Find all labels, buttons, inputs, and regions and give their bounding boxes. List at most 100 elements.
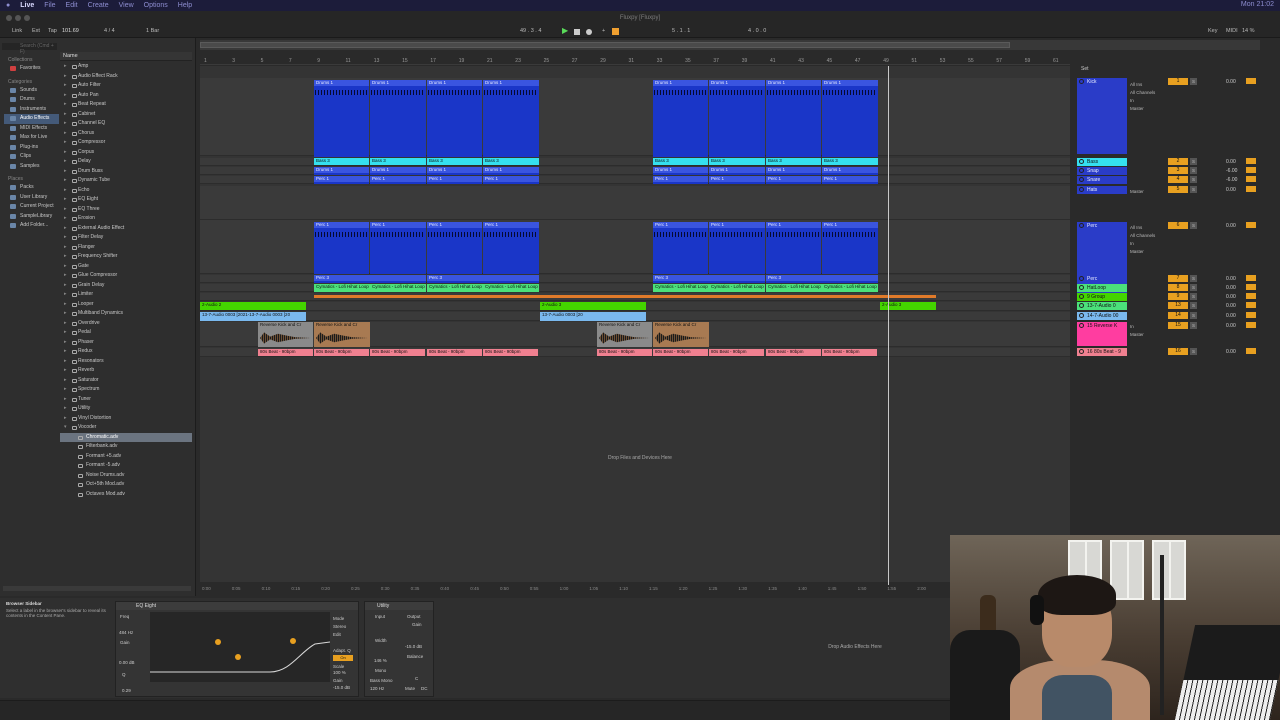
expand-icon[interactable]: ▸: [64, 148, 67, 158]
track-activator-button[interactable]: 15: [1168, 322, 1188, 329]
track-activator-icon[interactable]: [1079, 294, 1084, 299]
sidebar-item-packs[interactable]: Packs: [4, 183, 59, 193]
io-routing-label[interactable]: Master: [1130, 249, 1144, 254]
clip[interactable]: Perc 3: [766, 275, 878, 283]
clip[interactable]: Bass 3: [653, 158, 708, 165]
clip[interactable]: 80s Beat - 90bpm: [597, 349, 652, 356]
solo-button[interactable]: S: [1190, 167, 1197, 174]
browser-item[interactable]: ▸ Phaser: [60, 338, 192, 348]
sidebar-item-add-folder[interactable]: Add Folder...: [4, 221, 59, 231]
browser-item[interactable]: ▸ Cabinet: [60, 110, 192, 120]
browser-preset-item[interactable]: Formant -5.adv: [60, 461, 192, 471]
browser-item[interactable]: ▸ Gate: [60, 262, 192, 272]
close-window-button[interactable]: [6, 15, 12, 21]
eq-gain-value[interactable]: 0.00 dB: [119, 660, 135, 665]
monitor-select[interactable]: [1246, 158, 1256, 164]
sidebar-item-current-project[interactable]: Current Project: [4, 202, 59, 212]
browser-item[interactable]: ▸ Erosion: [60, 214, 192, 224]
clip[interactable]: Perc 1: [709, 176, 765, 184]
sidebar-item-user-library[interactable]: User Library: [4, 193, 59, 203]
monitor-select[interactable]: [1246, 312, 1256, 318]
clip[interactable]: 80s Beat - 90bpm: [370, 349, 425, 356]
track-header[interactable]: Kick: [1077, 78, 1127, 154]
clip[interactable]: 13-7-Audio 0003 [20: [540, 312, 646, 321]
clip[interactable]: Cymatics - Lofi Hihat Loop: [653, 284, 709, 292]
volume-value[interactable]: 0.00: [1226, 79, 1236, 85]
clip[interactable]: 80s Beat - 90bpm: [653, 349, 708, 356]
browser-search-input[interactable]: Search (Cmd + F): [2, 43, 57, 55]
clip[interactable]: Drums 1: [314, 80, 369, 157]
track-activator-button[interactable]: 14: [1168, 312, 1188, 319]
clip[interactable]: 80s Beat - 90bpm: [258, 349, 313, 356]
track-activator-button[interactable]: 4: [1168, 176, 1188, 183]
clip[interactable]: Cymatics - Lofi Hihat Loop: [709, 284, 765, 292]
browser-preset-item[interactable]: Octaves Mod.adv: [60, 490, 192, 500]
expand-icon[interactable]: ▸: [64, 328, 67, 338]
io-routing-label[interactable]: All Channels: [1130, 90, 1155, 95]
io-routing-label[interactable]: Master: [1130, 332, 1144, 337]
expand-icon[interactable]: ▸: [64, 385, 67, 395]
clip[interactable]: Cymatics - Lofi Hihat Loop: [370, 284, 426, 292]
clip[interactable]: Drums 1: [766, 80, 821, 157]
browser-item[interactable]: ▸ Auto Filter: [60, 81, 192, 91]
tap-button[interactable]: Tap: [48, 28, 57, 34]
clip[interactable]: 80s Beat - 90bpm: [709, 349, 764, 356]
track-activator-button[interactable]: 9: [1168, 293, 1188, 300]
clip[interactable]: Bass 3: [427, 158, 482, 165]
volume-value[interactable]: 0.00: [1226, 323, 1236, 329]
browser-item[interactable]: ▸ Audio Effect Rack: [60, 72, 192, 82]
track-header[interactable]: Perc: [1077, 275, 1127, 283]
clip[interactable]: Perc 1: [766, 222, 821, 274]
track-activator-icon[interactable]: [1079, 159, 1084, 164]
clip[interactable]: Bass 3: [483, 158, 539, 165]
clip[interactable]: Bass 3: [766, 158, 821, 165]
eq-eight-device[interactable]: EQ Eight Freq 484 Hz Gain 0.00 dB Q 0.29…: [115, 601, 359, 697]
clip[interactable]: 80s Beat - 90bpm: [822, 349, 877, 356]
expand-icon[interactable]: ▸: [64, 91, 67, 101]
track-header[interactable]: Bass: [1077, 158, 1127, 166]
sidebar-item-instruments[interactable]: Instruments: [4, 105, 59, 115]
clip[interactable]: 2-Audio 3: [540, 302, 646, 310]
clip[interactable]: Bass 3: [822, 158, 878, 165]
browser-item[interactable]: ▸ Auto Pan: [60, 91, 192, 101]
expand-icon[interactable]: ▸: [64, 110, 67, 120]
browser-item[interactable]: ▸ Grain Delay: [60, 281, 192, 291]
expand-icon[interactable]: ▸: [64, 233, 67, 243]
expand-icon[interactable]: ▸: [64, 309, 67, 319]
browser-item[interactable]: ▸ Channel EQ: [60, 119, 192, 129]
clip[interactable]: Perc 3: [653, 275, 765, 283]
expand-icon[interactable]: ▸: [64, 395, 67, 405]
clip[interactable]: Perc 1: [427, 176, 482, 184]
utility-device[interactable]: Utility Input Output Width 146 % Mono Ba…: [364, 601, 434, 697]
solo-button[interactable]: S: [1190, 302, 1197, 309]
track-activator-icon[interactable]: [1079, 349, 1084, 354]
expand-icon[interactable]: ▸: [64, 347, 67, 357]
clip[interactable]: 80s Beat - 90bpm: [766, 349, 821, 356]
volume-value[interactable]: 0.00: [1226, 159, 1236, 165]
browser-item[interactable]: ▸ Redux: [60, 347, 192, 357]
eq-adapt-toggle[interactable]: On: [333, 655, 353, 661]
browser-item[interactable]: ▸ Spectrum: [60, 385, 192, 395]
clip[interactable]: Drums 1: [709, 167, 765, 175]
song-position[interactable]: 49 . 3 . 4: [520, 28, 541, 34]
clip[interactable]: Drums 1: [766, 167, 821, 175]
volume-value[interactable]: 0.00: [1226, 313, 1236, 319]
track-activator-icon[interactable]: [1079, 276, 1084, 281]
expand-icon[interactable]: ▸: [64, 319, 67, 329]
key-map-button[interactable]: Key: [1208, 28, 1217, 34]
browser-item[interactable]: ▸ Corpus: [60, 148, 192, 158]
eq-stereo-select[interactable]: Stereo: [333, 624, 346, 629]
clip[interactable]: Cymatics - Lofi Hihat Loop: [427, 284, 483, 292]
sidebar-item-max-for-live[interactable]: Max for Live: [4, 133, 59, 143]
io-routing-label[interactable]: In: [1130, 98, 1134, 103]
track-header[interactable]: 15 Reverse K: [1077, 322, 1127, 346]
expand-icon[interactable]: ▸: [64, 262, 67, 272]
clip[interactable]: 80s Beat - 90bpm: [427, 349, 482, 356]
clip[interactable]: Drums 1: [709, 80, 765, 157]
browser-item[interactable]: ▸ Tuner: [60, 395, 192, 405]
clip[interactable]: Drums 1: [822, 80, 878, 157]
menu-app[interactable]: Live: [20, 2, 34, 9]
track-header[interactable]: 13-7-Audio 0: [1077, 302, 1127, 310]
expand-icon[interactable]: ▸: [64, 357, 67, 367]
monitor-select[interactable]: [1246, 78, 1256, 84]
